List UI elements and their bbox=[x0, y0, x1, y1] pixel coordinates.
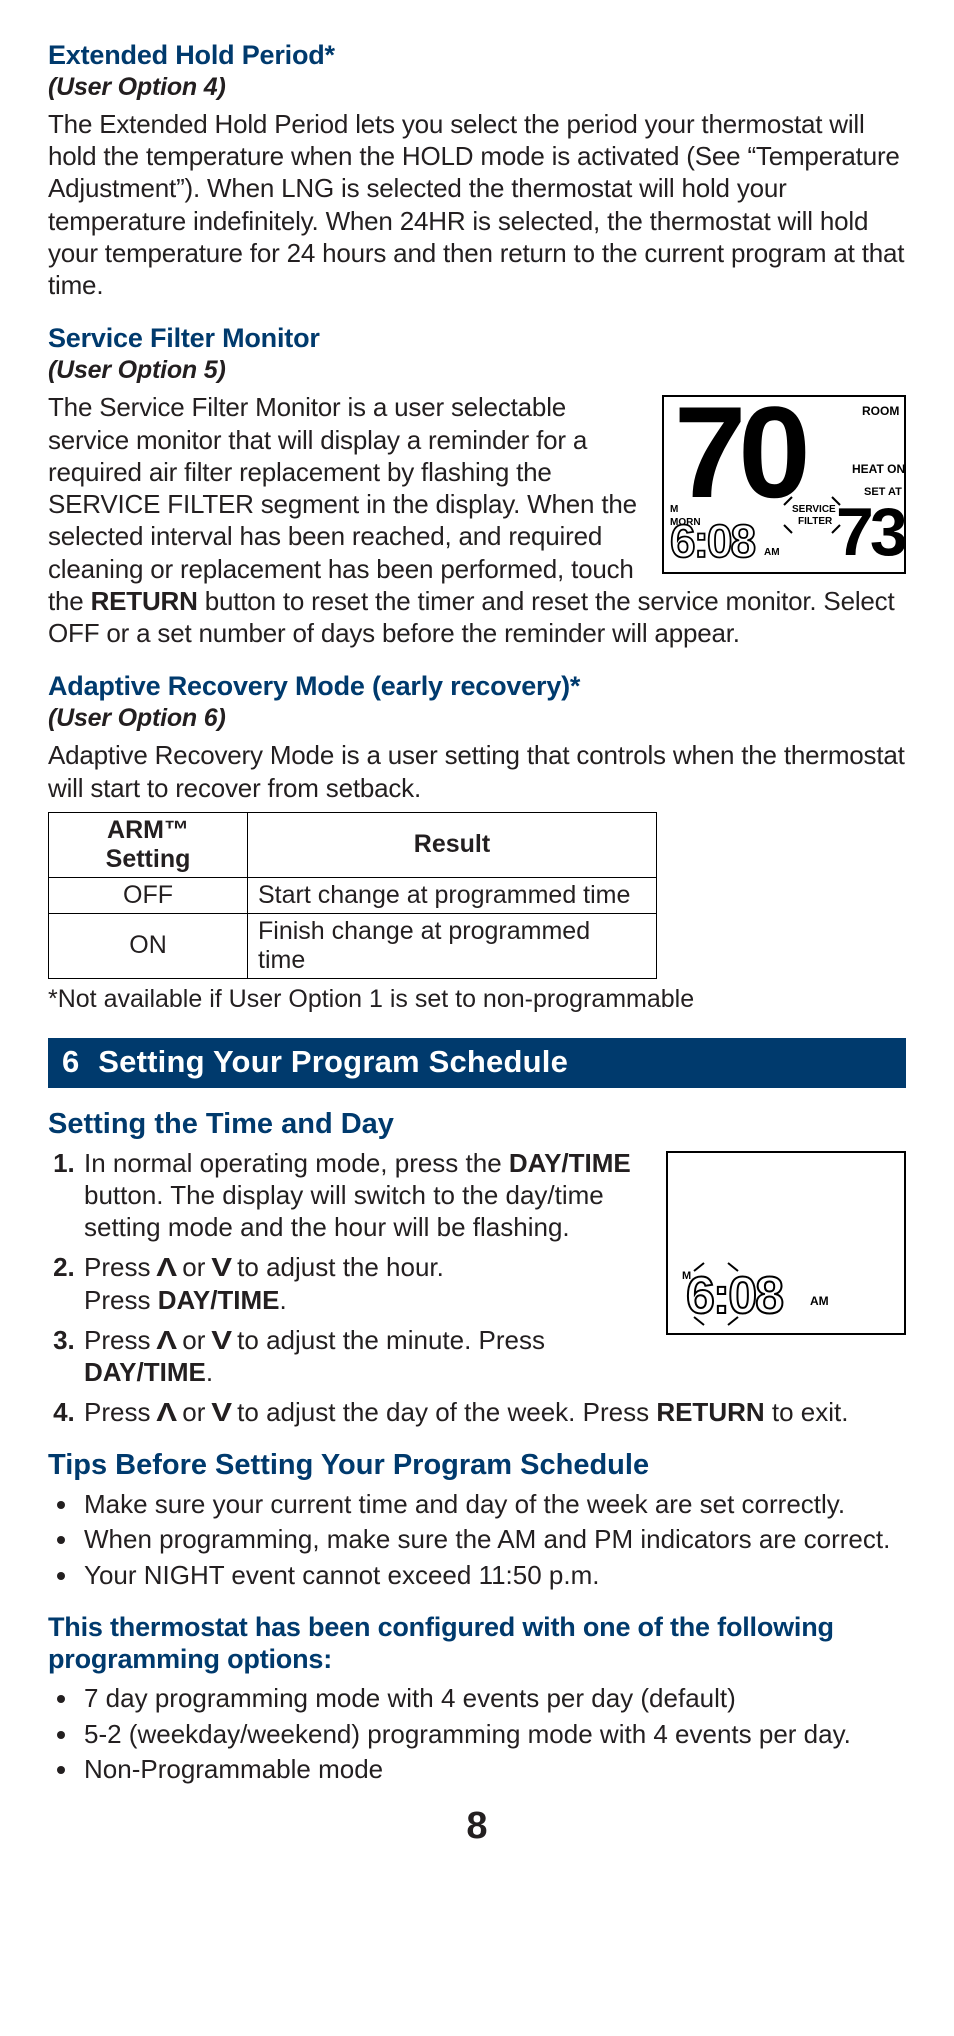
display-time-2: 6:08 bbox=[686, 1267, 783, 1325]
text: or bbox=[175, 1397, 213, 1427]
extended-hold-body: The Extended Hold Period lets you select… bbox=[48, 108, 906, 301]
section-title-extended-hold: Extended Hold Period* bbox=[48, 40, 906, 71]
down-arrow-icon: V bbox=[211, 1396, 232, 1428]
table-row: OFF Start change at programmed time bbox=[49, 877, 657, 913]
heading-tips: Tips Before Setting Your Program Schedul… bbox=[48, 1449, 906, 1482]
arm-footnote: *Not available if User Option 1 is set t… bbox=[48, 985, 906, 1014]
display-filter: FILTER bbox=[798, 516, 833, 527]
banner-number: 6 bbox=[62, 1044, 79, 1079]
step-4: Press Λ or V to adjust the day of the we… bbox=[82, 1396, 906, 1428]
table-header-row: ARM™ Setting Result bbox=[49, 812, 657, 877]
list-item: Make sure your current time and day of t… bbox=[80, 1488, 906, 1522]
thermostat-display-figure-2: M 6:08 AM bbox=[666, 1151, 906, 1335]
arm-table: ARM™ Setting Result OFF Start change at … bbox=[48, 812, 657, 979]
text: . bbox=[280, 1285, 287, 1315]
up-arrow-icon: Λ bbox=[156, 1324, 177, 1356]
text: or bbox=[175, 1325, 213, 1355]
user-option-6: (User Option 6) bbox=[48, 704, 906, 733]
text: to adjust the day of the week. Press bbox=[230, 1397, 656, 1427]
heading-config-options: This thermostat has been configured with… bbox=[48, 1611, 906, 1676]
banner-title: Setting Your Program Schedule bbox=[98, 1044, 568, 1079]
config-list: 7 day programming mode with 4 events per… bbox=[48, 1682, 906, 1787]
arm-body: Adaptive Recovery Mode is a user setting… bbox=[48, 739, 906, 803]
text: button. The display will switch to the d… bbox=[84, 1180, 604, 1242]
list-item: Non-Programmable mode bbox=[80, 1753, 906, 1787]
list-item: 7 day programming mode with 4 events per… bbox=[80, 1682, 906, 1716]
display-am-2: AM bbox=[810, 1294, 829, 1308]
arm-result-cell: Finish change at programmed time bbox=[248, 913, 657, 978]
down-arrow-icon: V bbox=[211, 1251, 232, 1283]
tips-list: Make sure your current time and day of t… bbox=[48, 1488, 906, 1593]
text: Press bbox=[84, 1285, 158, 1315]
arm-result-cell: Start change at programmed time bbox=[248, 877, 657, 913]
display-setpoint: 73 bbox=[836, 494, 904, 567]
text: . bbox=[206, 1357, 213, 1387]
text: Press bbox=[84, 1397, 158, 1427]
arm-header-result: Result bbox=[248, 812, 657, 877]
table-row: ON Finish change at programmed time bbox=[49, 913, 657, 978]
section-banner-6: 6 Setting Your Program Schedule bbox=[48, 1038, 906, 1088]
arm-setting-cell: OFF bbox=[49, 877, 248, 913]
list-item: 5-2 (weekday/weekend) programming mode w… bbox=[80, 1718, 906, 1752]
page-number: 8 bbox=[48, 1805, 906, 1848]
arm-header-setting: ARM™ Setting bbox=[49, 812, 248, 877]
user-option-5: (User Option 5) bbox=[48, 356, 906, 385]
text: to adjust the hour. bbox=[230, 1252, 444, 1282]
day-time-button-ref: DAY/TIME bbox=[509, 1148, 631, 1178]
text: Press bbox=[84, 1252, 158, 1282]
return-button-ref: RETURN bbox=[656, 1397, 764, 1427]
list-item: When programming, make sure the AM and P… bbox=[80, 1523, 906, 1557]
text: or bbox=[175, 1252, 213, 1282]
day-time-button-ref: DAY/TIME bbox=[84, 1357, 206, 1387]
display-room-temp: 70 bbox=[674, 397, 805, 525]
display-room-label: ROOM bbox=[862, 404, 899, 418]
display-m: M bbox=[670, 504, 678, 515]
display-am: AM bbox=[764, 547, 780, 558]
up-arrow-icon: Λ bbox=[156, 1251, 177, 1283]
return-button-ref: RETURN bbox=[91, 586, 198, 616]
text: to adjust the minute. Press bbox=[230, 1325, 545, 1355]
text: Press bbox=[84, 1325, 158, 1355]
heading-time-day: Setting the Time and Day bbox=[48, 1108, 906, 1141]
section-title-arm: Adaptive Recovery Mode (early recovery)* bbox=[48, 671, 906, 702]
display-heat-on: HEAT ON bbox=[852, 462, 904, 476]
thermostat-display-figure-1: 70 ROOM HEAT ON SET AT 73 SERVICE FILTER… bbox=[662, 395, 906, 574]
list-item: Your NIGHT event cannot exceed 11:50 p.m… bbox=[80, 1559, 906, 1593]
section-title-service-filter: Service Filter Monitor bbox=[48, 323, 906, 354]
arm-setting-cell: ON bbox=[49, 913, 248, 978]
text: In normal operating mode, press the bbox=[84, 1148, 509, 1178]
down-arrow-icon: V bbox=[211, 1324, 232, 1356]
text: The Service Filter Monitor is a user sel… bbox=[48, 392, 637, 615]
user-option-4: (User Option 4) bbox=[48, 73, 906, 102]
text: to exit. bbox=[765, 1397, 849, 1427]
display-service: SERVICE bbox=[792, 504, 836, 515]
day-time-button-ref: DAY/TIME bbox=[158, 1285, 280, 1315]
display-time: 6:08 bbox=[670, 515, 755, 567]
up-arrow-icon: Λ bbox=[156, 1396, 177, 1428]
